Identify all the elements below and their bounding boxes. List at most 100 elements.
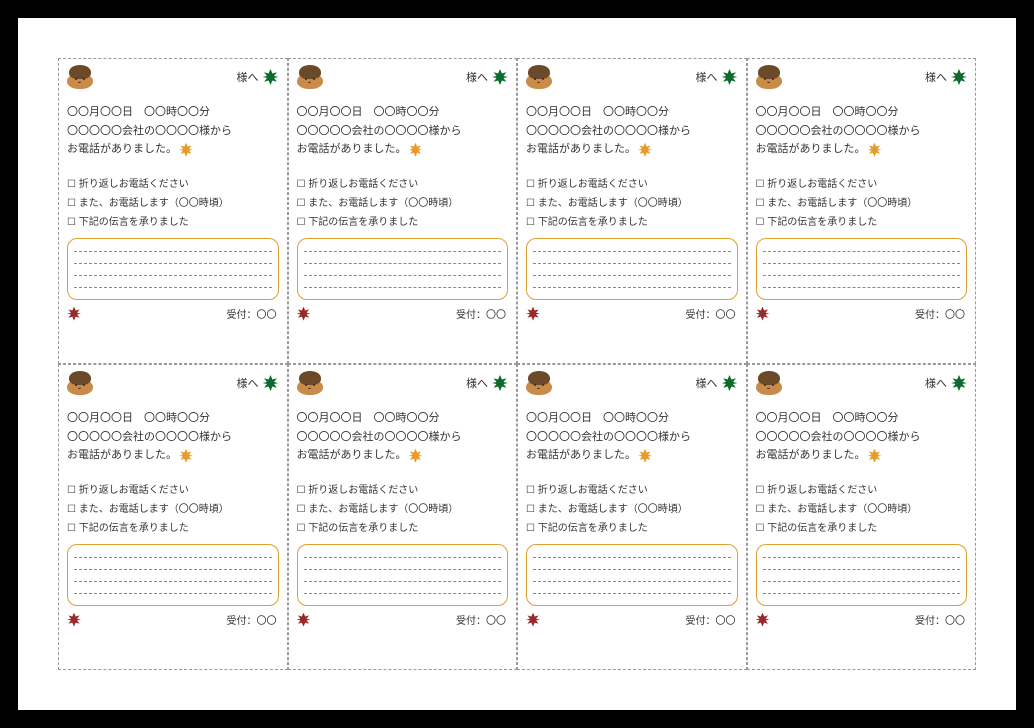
message-caller: 〇〇〇〇〇会社の〇〇〇〇様から: [526, 428, 738, 447]
checkbox-will-call-again[interactable]: また、お電話します（〇〇時頃）: [526, 500, 738, 519]
recipient-label: 様へ: [696, 375, 718, 391]
memo-line: [763, 593, 961, 594]
card-footer: 受付：〇〇: [756, 306, 968, 321]
maple-leaf-orange-icon: [868, 143, 882, 157]
card-footer: 受付：〇〇: [297, 612, 509, 627]
checkbox-will-call-again[interactable]: また、お電話します（〇〇時頃）: [526, 194, 738, 213]
phone-memo-card: 様へ 〇〇月〇〇日 〇〇時〇〇分 〇〇〇〇〇会社の〇〇〇〇様から お電話がありま…: [517, 364, 747, 670]
memo-line: [304, 569, 502, 570]
maple-leaf-orange-icon: [868, 449, 882, 463]
checkbox-list: 折り返しお電話ください また、お電話します（〇〇時頃） 下記の伝言を承りました: [526, 175, 738, 232]
memo-line: [763, 569, 961, 570]
chestnut-icon: [67, 371, 93, 395]
checkbox-message-taken[interactable]: 下記の伝言を承りました: [526, 213, 738, 232]
memo-box[interactable]: [297, 238, 509, 300]
recipient-label: 様へ: [466, 375, 488, 391]
maple-leaf-red-icon: [526, 613, 540, 627]
chestnut-icon: [297, 65, 323, 89]
memo-line: [304, 275, 502, 276]
message-call-received: お電話がありました。: [67, 140, 177, 159]
phone-memo-card: 様へ 〇〇月〇〇日 〇〇時〇〇分 〇〇〇〇〇会社の〇〇〇〇様から お電話がありま…: [747, 364, 977, 670]
memo-box[interactable]: [756, 544, 968, 606]
memo-line: [74, 263, 272, 264]
phone-memo-card: 様へ 〇〇月〇〇日 〇〇時〇〇分 〇〇〇〇〇会社の〇〇〇〇様から お電話がありま…: [58, 364, 288, 670]
recipient-area: 様へ: [925, 69, 967, 85]
recipient-label: 様へ: [237, 69, 259, 85]
message-datetime: 〇〇月〇〇日 〇〇時〇〇分: [297, 409, 509, 428]
message-datetime: 〇〇月〇〇日 〇〇時〇〇分: [67, 103, 279, 122]
checkbox-callback[interactable]: 折り返しお電話ください: [297, 175, 509, 194]
recipient-label: 様へ: [237, 375, 259, 391]
chestnut-icon: [526, 371, 552, 395]
memo-box[interactable]: [526, 544, 738, 606]
memo-box[interactable]: [67, 238, 279, 300]
memo-line: [533, 569, 731, 570]
reception-label: 受付：〇〇: [915, 306, 965, 321]
recipient-label: 様へ: [925, 375, 947, 391]
maple-leaf-green-icon: [492, 69, 508, 85]
checkbox-message-taken[interactable]: 下記の伝言を承りました: [297, 519, 509, 538]
reception-label: 受付：〇〇: [456, 612, 506, 627]
checkbox-message-taken[interactable]: 下記の伝言を承りました: [756, 519, 968, 538]
memo-line: [304, 581, 502, 582]
checkbox-list: 折り返しお電話ください また、お電話します（〇〇時頃） 下記の伝言を承りました: [526, 481, 738, 538]
memo-line: [304, 251, 502, 252]
maple-leaf-green-icon: [722, 375, 738, 391]
maple-leaf-orange-icon: [179, 449, 193, 463]
recipient-area: 様へ: [466, 375, 508, 391]
checkbox-message-taken[interactable]: 下記の伝言を承りました: [526, 519, 738, 538]
memo-line: [533, 287, 731, 288]
checkbox-list: 折り返しお電話ください また、お電話します（〇〇時頃） 下記の伝言を承りました: [297, 481, 509, 538]
card-header: 様へ: [297, 65, 509, 89]
message-call-received: お電話がありました。: [756, 446, 866, 465]
phone-memo-card: 様へ 〇〇月〇〇日 〇〇時〇〇分 〇〇〇〇〇会社の〇〇〇〇様から お電話がありま…: [288, 58, 518, 364]
checkbox-message-taken[interactable]: 下記の伝言を承りました: [297, 213, 509, 232]
memo-line: [763, 275, 961, 276]
phone-memo-card: 様へ 〇〇月〇〇日 〇〇時〇〇分 〇〇〇〇〇会社の〇〇〇〇様から お電話がありま…: [288, 364, 518, 670]
checkbox-will-call-again[interactable]: また、お電話します（〇〇時頃）: [297, 500, 509, 519]
card-header: 様へ: [67, 371, 279, 395]
checkbox-callback[interactable]: 折り返しお電話ください: [67, 481, 279, 500]
checkbox-callback[interactable]: 折り返しお電話ください: [526, 175, 738, 194]
memo-box[interactable]: [297, 544, 509, 606]
reception-label: 受付：〇〇: [227, 612, 277, 627]
checkbox-callback[interactable]: 折り返しお電話ください: [297, 481, 509, 500]
checkbox-callback[interactable]: 折り返しお電話ください: [756, 175, 968, 194]
memo-line: [74, 275, 272, 276]
checkbox-will-call-again[interactable]: また、お電話します（〇〇時頃）: [297, 194, 509, 213]
message-block: 〇〇月〇〇日 〇〇時〇〇分 〇〇〇〇〇会社の〇〇〇〇様から お電話がありました。: [297, 409, 509, 465]
checkbox-callback[interactable]: 折り返しお電話ください: [67, 175, 279, 194]
checkbox-will-call-again[interactable]: また、お電話します（〇〇時頃）: [67, 194, 279, 213]
card-header: 様へ: [756, 371, 968, 395]
message-call-received: お電話がありました。: [526, 446, 636, 465]
memo-line: [763, 287, 961, 288]
checkbox-will-call-again[interactable]: また、お電話します（〇〇時頃）: [756, 194, 968, 213]
phone-memo-card: 様へ 〇〇月〇〇日 〇〇時〇〇分 〇〇〇〇〇会社の〇〇〇〇様から お電話がありま…: [517, 58, 747, 364]
memo-box[interactable]: [67, 544, 279, 606]
message-call-received: お電話がありました。: [526, 140, 636, 159]
checkbox-callback[interactable]: 折り返しお電話ください: [756, 481, 968, 500]
maple-leaf-green-icon: [263, 69, 279, 85]
message-datetime: 〇〇月〇〇日 〇〇時〇〇分: [756, 103, 968, 122]
memo-line: [533, 581, 731, 582]
maple-leaf-red-icon: [297, 307, 311, 321]
checkbox-will-call-again[interactable]: また、お電話します（〇〇時頃）: [756, 500, 968, 519]
maple-leaf-red-icon: [756, 307, 770, 321]
checkbox-list: 折り返しお電話ください また、お電話します（〇〇時頃） 下記の伝言を承りました: [67, 175, 279, 232]
recipient-label: 様へ: [925, 69, 947, 85]
memo-box[interactable]: [756, 238, 968, 300]
memo-line: [304, 263, 502, 264]
checkbox-message-taken[interactable]: 下記の伝言を承りました: [756, 213, 968, 232]
message-datetime: 〇〇月〇〇日 〇〇時〇〇分: [297, 103, 509, 122]
memo-box[interactable]: [526, 238, 738, 300]
maple-leaf-orange-icon: [179, 143, 193, 157]
message-datetime: 〇〇月〇〇日 〇〇時〇〇分: [756, 409, 968, 428]
checkbox-will-call-again[interactable]: また、お電話します（〇〇時頃）: [67, 500, 279, 519]
message-block: 〇〇月〇〇日 〇〇時〇〇分 〇〇〇〇〇会社の〇〇〇〇様から お電話がありました。: [67, 409, 279, 465]
memo-line: [533, 251, 731, 252]
checkbox-message-taken[interactable]: 下記の伝言を承りました: [67, 519, 279, 538]
message-block: 〇〇月〇〇日 〇〇時〇〇分 〇〇〇〇〇会社の〇〇〇〇様から お電話がありました。: [526, 103, 738, 159]
message-caller: 〇〇〇〇〇会社の〇〇〇〇様から: [526, 122, 738, 141]
checkbox-message-taken[interactable]: 下記の伝言を承りました: [67, 213, 279, 232]
checkbox-callback[interactable]: 折り返しお電話ください: [526, 481, 738, 500]
